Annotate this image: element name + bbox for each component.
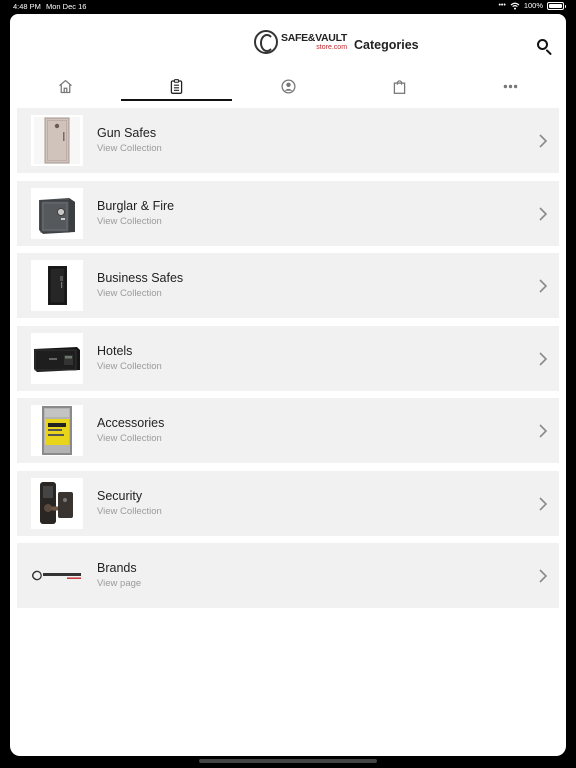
category-title: Burglar & Fire — [97, 198, 175, 213]
brands-logo-image — [31, 550, 83, 601]
category-subtitle: View Collection — [97, 433, 162, 444]
category-subtitle: View Collection — [97, 505, 162, 517]
logo-main-text: SAFE&VAULT — [281, 32, 348, 45]
shopping-bag-icon — [393, 79, 405, 94]
chevron-right-icon — [539, 134, 548, 148]
category-subtitle: View Collection — [97, 360, 162, 372]
tab-categories[interactable] — [121, 70, 233, 102]
tab-bar — [10, 70, 566, 102]
status-right: ••• 100% — [498, 1, 566, 10]
tab-account[interactable] — [232, 70, 343, 102]
status-date: Mon Dec 16 — [46, 2, 87, 11]
chevron-right-icon — [539, 279, 548, 293]
chevron-right-icon — [539, 496, 548, 511]
security-lock-image — [31, 477, 83, 529]
category-row-gun-safes[interactable]: Gun Safes View Collection — [17, 108, 559, 173]
tab-cart[interactable] — [344, 70, 455, 102]
gun-safe-image — [31, 115, 83, 166]
safe-dial-icon — [254, 30, 278, 54]
signal-dots-icon: ••• — [498, 2, 506, 9]
category-title: Hotels — [97, 343, 133, 358]
business-safe-image — [31, 260, 83, 311]
hotel-safe-image — [31, 332, 83, 384]
burglar-safe-image — [31, 187, 83, 239]
app-sheet: SAFE&VAULT store.com Categories Gun Safe… — [10, 14, 566, 756]
category-title: Security — [97, 488, 143, 503]
clipboard-icon — [171, 78, 183, 94]
more-icon — [503, 84, 518, 88]
category-title: Business Safes — [97, 271, 184, 285]
battery-percent: 100% — [523, 1, 543, 10]
status-time: 4:48 PM — [13, 2, 41, 11]
category-subtitle: View page — [97, 578, 142, 589]
wifi-icon — [510, 2, 520, 10]
chevron-right-icon — [539, 569, 548, 583]
category-subtitle: View Collection — [97, 215, 162, 227]
page-title: Categories — [354, 38, 419, 52]
logo-sub-text: store.com — [316, 43, 348, 51]
home-icon — [59, 79, 72, 93]
category-title: Brands — [97, 561, 137, 575]
brand-logo[interactable]: SAFE&VAULT store.com — [254, 30, 347, 54]
chevron-right-icon — [539, 424, 548, 438]
tab-more[interactable] — [455, 70, 566, 102]
home-indicator[interactable] — [199, 759, 377, 763]
category-subtitle: View Collection — [97, 143, 162, 154]
category-row-hotels[interactable]: Hotels View Collection — [17, 325, 559, 391]
chevron-right-icon — [539, 351, 548, 366]
category-row-business-safes[interactable]: Business Safes View Collection — [17, 253, 559, 318]
category-list: Gun Safes View Collection Burglar & Fire… — [17, 108, 559, 616]
search-button[interactable] — [536, 38, 554, 56]
category-title: Accessories — [97, 416, 165, 430]
category-row-security[interactable]: Security View Collection — [17, 470, 559, 536]
category-subtitle: View Collection — [97, 288, 162, 299]
category-row-brands[interactable]: Brands View page — [17, 543, 559, 608]
header: SAFE&VAULT store.com Categories — [10, 14, 566, 76]
battery-icon — [547, 1, 566, 10]
status-bar: 4:48 PM Mon Dec 16 ••• 100% — [0, 0, 576, 14]
category-row-accessories[interactable]: Accessories View Collection — [17, 398, 559, 463]
tab-home[interactable] — [10, 70, 121, 102]
chevron-right-icon — [539, 206, 548, 221]
category-row-burglar-fire[interactable]: Burglar & Fire View Collection — [17, 180, 559, 246]
category-title: Gun Safes — [97, 126, 157, 140]
accessories-image — [31, 405, 83, 456]
account-icon — [280, 78, 296, 94]
